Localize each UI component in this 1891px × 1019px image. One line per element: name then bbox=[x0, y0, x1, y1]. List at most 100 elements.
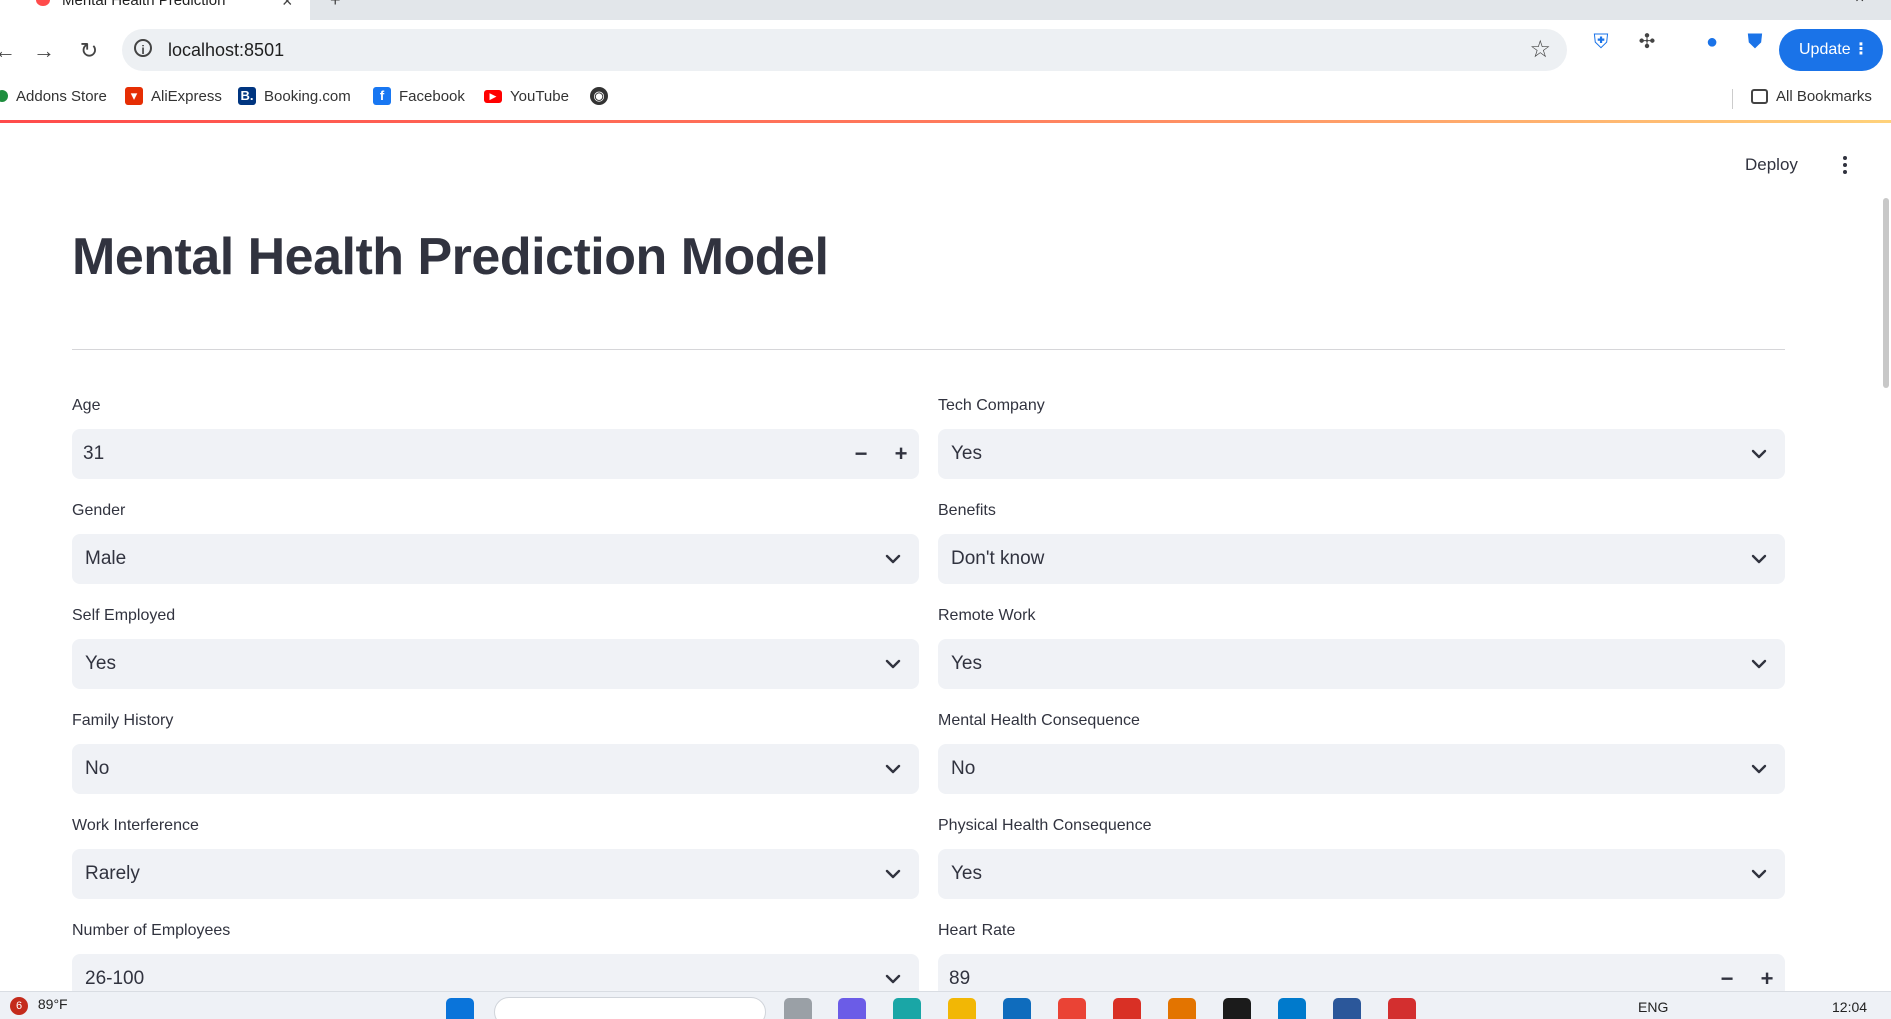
edge-icon[interactable] bbox=[893, 998, 921, 1019]
tech-company-select[interactable]: Yes bbox=[938, 429, 1785, 479]
bookmark-addons-store[interactable]: Addons Store bbox=[0, 80, 107, 112]
ph-consequence-label: Physical Health Consequence bbox=[938, 817, 1152, 834]
remote-work-field: Remote Work Yes bbox=[938, 607, 1785, 689]
url-text[interactable]: localhost:8501 bbox=[168, 40, 284, 61]
temperature-text: 89°F bbox=[37, 996, 68, 1012]
tech-company-value: Yes bbox=[951, 443, 982, 464]
taskbar-search[interactable] bbox=[494, 997, 766, 1019]
password-manager-icon[interactable]: ⛨ bbox=[1589, 30, 1613, 54]
address-bar[interactable]: i localhost:8501 ☆ bbox=[122, 29, 1567, 71]
booking-icon: B. bbox=[238, 87, 256, 105]
mh-consequence-select[interactable]: No bbox=[938, 744, 1785, 794]
heart-rate-value[interactable]: 89 bbox=[949, 968, 970, 990]
self-employed-select[interactable]: Yes bbox=[72, 639, 919, 689]
age-decrement-button[interactable]: − bbox=[849, 441, 873, 467]
tab-strip: Mental Health Prediction × + – × bbox=[0, 0, 1891, 20]
task-view-icon[interactable] bbox=[784, 998, 812, 1019]
streamlit-favicon-icon bbox=[36, 0, 50, 6]
benefits-select[interactable]: Don't know bbox=[938, 534, 1785, 584]
chevron-down-icon bbox=[1751, 659, 1767, 669]
update-menu-icon: ⋮ bbox=[1853, 41, 1869, 58]
tech-company-label: Tech Company bbox=[938, 397, 1045, 414]
heart-rate-decrement-button[interactable]: − bbox=[1715, 966, 1739, 992]
page-scrollbar[interactable] bbox=[1883, 198, 1889, 388]
gender-select[interactable]: Male bbox=[72, 534, 919, 584]
bookmark-label: Addons Store bbox=[16, 87, 107, 105]
update-label: Update bbox=[1799, 41, 1851, 58]
benefits-label: Benefits bbox=[938, 502, 996, 519]
profile-icon[interactable]: ● bbox=[1700, 30, 1724, 54]
heart-rate-increment-button[interactable]: + bbox=[1755, 966, 1779, 992]
windows-start-icon[interactable] bbox=[446, 998, 474, 1019]
copilot-icon[interactable] bbox=[838, 998, 866, 1019]
chevron-down-icon bbox=[1751, 869, 1767, 879]
age-increment-button[interactable]: + bbox=[889, 441, 913, 467]
reload-icon[interactable]: ↻ bbox=[76, 38, 102, 64]
file-explorer-icon[interactable] bbox=[948, 998, 976, 1019]
bookmark-facebook[interactable]: f Facebook bbox=[373, 80, 465, 112]
remote-work-select[interactable]: Yes bbox=[938, 639, 1785, 689]
bookmark-star-icon[interactable]: ☆ bbox=[1529, 35, 1551, 64]
benefits-field: Benefits Don't know bbox=[938, 502, 1785, 584]
weather-widget[interactable]: 6 89°F bbox=[10, 996, 68, 1015]
age-number-input[interactable]: 31 − + bbox=[72, 429, 919, 479]
ph-consequence-value: Yes bbox=[951, 863, 982, 884]
minimize-icon[interactable]: – bbox=[1790, 0, 1799, 8]
store-icon[interactable] bbox=[1003, 998, 1031, 1019]
site-info-icon[interactable]: i bbox=[134, 39, 152, 57]
age-field: Age 31 − + bbox=[72, 397, 919, 479]
language-indicator[interactable]: ENG bbox=[1638, 999, 1668, 1015]
browser-tab[interactable]: Mental Health Prediction × bbox=[0, 0, 310, 20]
self-employed-value: Yes bbox=[85, 653, 116, 674]
chevron-down-icon bbox=[1751, 764, 1767, 774]
main-menu-icon[interactable] bbox=[1837, 153, 1853, 177]
family-history-select[interactable]: No bbox=[72, 744, 919, 794]
remote-work-label: Remote Work bbox=[938, 607, 1036, 624]
bookmark-label: YouTube bbox=[510, 87, 569, 105]
folder-icon bbox=[1751, 88, 1768, 104]
mh-consequence-value: No bbox=[951, 758, 976, 779]
chevron-down-icon bbox=[885, 974, 901, 984]
chrome-icon[interactable] bbox=[1058, 998, 1086, 1019]
tab-close-icon[interactable]: × bbox=[282, 0, 293, 12]
taskbar: 6 89°F ENG 12:04 bbox=[0, 991, 1891, 1019]
remote-work-value: Yes bbox=[951, 653, 982, 674]
forward-icon[interactable]: → bbox=[31, 38, 57, 64]
word-icon[interactable] bbox=[1333, 998, 1361, 1019]
work-interference-select[interactable]: Rarely bbox=[72, 849, 919, 899]
deploy-button[interactable]: Deploy bbox=[1745, 155, 1798, 175]
bookmark-globe[interactable]: ◉ bbox=[590, 80, 616, 112]
chrome-canary-icon[interactable] bbox=[1168, 998, 1196, 1019]
update-button[interactable]: Update ⋮ bbox=[1779, 29, 1883, 71]
num-employees-value: 26-100 bbox=[85, 968, 145, 989]
app-page: Deploy Mental Health Prediction Model Ag… bbox=[0, 123, 1891, 1004]
title-divider bbox=[72, 349, 1785, 350]
new-tab-icon[interactable]: + bbox=[330, 0, 341, 11]
tab-title: Mental Health Prediction bbox=[62, 0, 226, 9]
self-employed-field: Self Employed Yes bbox=[72, 607, 919, 689]
app-icon[interactable] bbox=[1388, 998, 1416, 1019]
youtube-icon: ▶ bbox=[484, 89, 502, 103]
heart-rate-label: Heart Rate bbox=[938, 922, 1016, 939]
bookmark-aliexpress[interactable]: ▾ AliExpress bbox=[125, 80, 222, 112]
age-value[interactable]: 31 bbox=[83, 443, 104, 465]
vscode-icon[interactable] bbox=[1278, 998, 1306, 1019]
clock[interactable]: 12:04 bbox=[1832, 999, 1867, 1015]
ph-consequence-select[interactable]: Yes bbox=[938, 849, 1785, 899]
terminal-icon[interactable] bbox=[1223, 998, 1251, 1019]
family-history-label: Family History bbox=[72, 712, 174, 729]
extensions-icon[interactable]: ✣ bbox=[1635, 30, 1659, 54]
close-window-icon[interactable]: × bbox=[1855, 0, 1864, 8]
chevron-down-icon bbox=[885, 554, 901, 564]
num-employees-label: Number of Employees bbox=[72, 922, 231, 939]
family-history-value: No bbox=[85, 758, 110, 779]
bookmark-booking[interactable]: B. Booking.com bbox=[238, 80, 351, 112]
all-bookmarks-label: All Bookmarks bbox=[1776, 87, 1872, 105]
chevron-down-icon bbox=[885, 869, 901, 879]
bookmark-youtube[interactable]: ▶ YouTube bbox=[484, 80, 569, 112]
chrome-profile-icon[interactable] bbox=[1113, 998, 1141, 1019]
back-icon[interactable]: ← bbox=[0, 38, 18, 64]
chevron-down-icon bbox=[1751, 554, 1767, 564]
all-bookmarks-button[interactable]: All Bookmarks bbox=[1751, 80, 1872, 112]
shield-icon[interactable]: ⛊ bbox=[1743, 30, 1767, 54]
